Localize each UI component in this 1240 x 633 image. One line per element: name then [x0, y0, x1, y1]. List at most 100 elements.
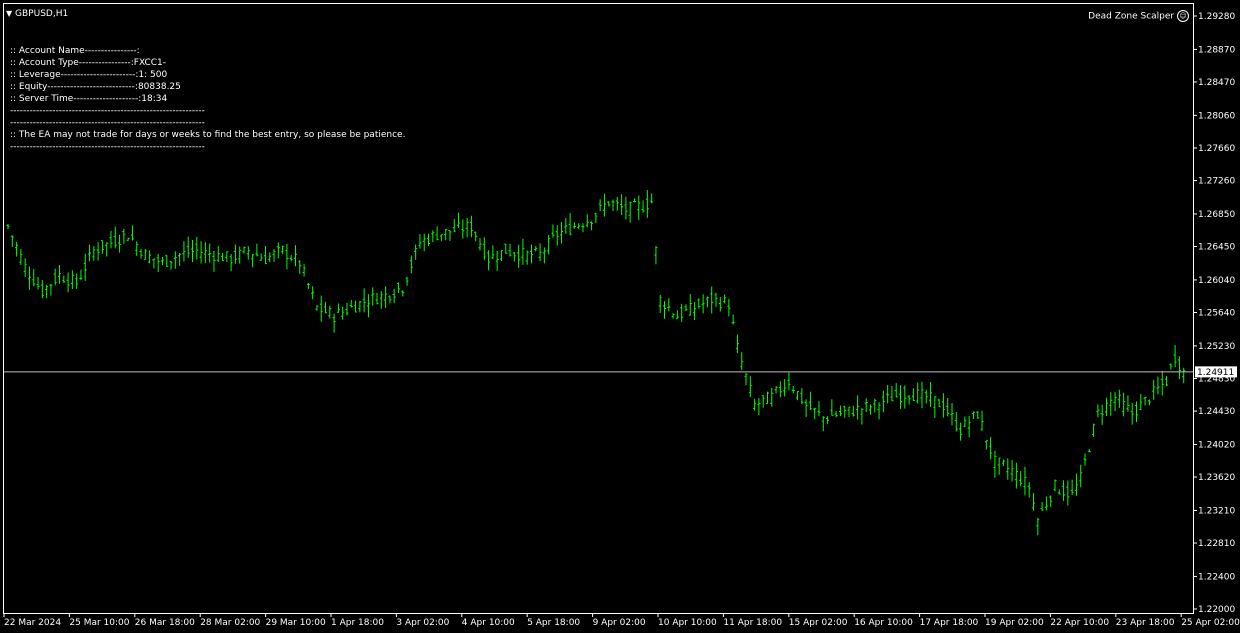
ohlc-bar — [1083, 453, 1087, 466]
ohlc-bar — [289, 254, 293, 262]
ohlc-bar — [748, 376, 752, 398]
ohlc-bar — [499, 250, 503, 262]
ohlc-bar — [354, 300, 358, 313]
ohlc-bar — [324, 301, 328, 314]
ohlc-bar — [658, 294, 662, 314]
ohlc-bar — [693, 302, 697, 320]
ohlc-bar — [276, 242, 280, 259]
ohlc-bar — [332, 313, 336, 333]
ohlc-bar — [435, 226, 439, 241]
ohlc-bar — [976, 411, 980, 419]
ohlc-bar — [1139, 394, 1143, 411]
y-tick-label: 1.27660 — [1198, 144, 1235, 154]
ohlc-bar — [886, 384, 890, 404]
ohlc-bar — [714, 292, 718, 307]
y-tick-label: 1.23620 — [1198, 473, 1235, 483]
ohlc-bar — [984, 440, 988, 450]
ohlc-bar — [564, 218, 568, 234]
ohlc-bar — [834, 411, 838, 418]
x-tick-label: 26 Mar 18:00 — [135, 618, 195, 628]
info-line: ----------------------------------------… — [10, 142, 205, 152]
ohlc-bar — [650, 193, 654, 204]
ohlc-bar — [1122, 392, 1126, 417]
ohlc-bar — [572, 222, 576, 229]
y-tick-label: 1.26850 — [1198, 210, 1235, 220]
ohlc-bar — [405, 277, 409, 286]
ohlc-bar — [813, 408, 817, 420]
ohlc-bar — [1006, 458, 1010, 480]
ohlc-bar — [182, 241, 186, 262]
ohlc-bar — [40, 279, 44, 299]
ohlc-bar — [761, 395, 765, 408]
ohlc-bar — [349, 299, 353, 308]
ohlc-bar — [1066, 480, 1070, 506]
ohlc-bar — [1173, 345, 1177, 367]
current-price-label: 1.24911 — [1197, 368, 1234, 378]
ohlc-bar — [911, 388, 915, 402]
ohlc-bar — [109, 230, 113, 249]
ohlc-bar — [504, 243, 508, 254]
ohlc-bar — [688, 294, 692, 316]
ohlc-bar — [1160, 370, 1164, 396]
ohlc-bar — [311, 286, 315, 300]
dropdown-triangle-icon[interactable]: ▼ — [6, 9, 12, 18]
ohlc-bar — [971, 411, 975, 419]
ohlc-bar — [1019, 471, 1023, 487]
symbol-label[interactable]: ▼ GBPUSD,H1 — [6, 9, 68, 19]
ohlc-bar — [1113, 392, 1117, 412]
ohlc-bar — [1049, 495, 1053, 508]
y-tick-label: 1.24430 — [1198, 407, 1235, 417]
ohlc-bar — [1036, 517, 1040, 536]
y-tick-label: 1.26450 — [1198, 243, 1235, 253]
ohlc-bar — [465, 218, 469, 238]
ohlc-bar — [208, 243, 212, 263]
ohlc-bar — [388, 295, 392, 304]
ohlc-bar — [718, 296, 722, 312]
x-tick-label: 29 Mar 10:00 — [266, 618, 326, 628]
ohlc-bar — [585, 214, 589, 228]
y-tick-label: 1.22400 — [1198, 572, 1235, 582]
ohlc-bar — [242, 246, 246, 254]
ohlc-bar — [765, 391, 769, 404]
ohlc-bar — [1027, 482, 1031, 498]
ohlc-bar — [491, 245, 495, 260]
ohlc-bar — [594, 212, 598, 224]
ohlc-bar — [637, 195, 641, 221]
ohlc-bar — [864, 398, 868, 413]
ohlc-bar — [632, 198, 636, 203]
ohlc-bar — [414, 244, 418, 260]
ohlc-bar — [225, 251, 229, 262]
ohlc-bar — [800, 388, 804, 405]
ohlc-bar — [817, 401, 821, 417]
ea-name-text: Dead Zone Scalper — [1088, 11, 1175, 22]
ohlc-bar — [989, 436, 993, 460]
y-tick-label: 1.22810 — [1198, 539, 1235, 549]
ohlc-bar — [641, 200, 645, 213]
y-tick-label: 1.29280 — [1198, 12, 1235, 22]
ohlc-bar — [191, 239, 195, 263]
ohlc-bar — [319, 295, 323, 322]
ohlc-bar — [336, 303, 340, 313]
ohlc-bar — [366, 294, 370, 318]
price-axis: 1.29280 1.28870 1.28470 1.28060 1.27660 1.272… — [1193, 12, 1235, 615]
ohlc-bar — [577, 223, 581, 230]
ohlc-bar — [62, 275, 66, 283]
y-tick-label: 1.25640 — [1198, 309, 1235, 319]
ohlc-bar — [929, 381, 933, 407]
ohlc-bar — [6, 224, 10, 230]
ohlc-bar — [697, 298, 701, 309]
ohlc-bar — [1032, 492, 1036, 511]
ohlc-bar — [1057, 489, 1061, 495]
ohlc-bar — [607, 201, 611, 207]
smiley-icon[interactable]: ☺ — [1177, 10, 1189, 22]
ohlc-bar — [521, 238, 525, 265]
ohlc-bar — [723, 294, 727, 304]
ohlc-bar — [1177, 356, 1181, 380]
ohlc-bar — [139, 248, 143, 259]
ohlc-bar — [88, 244, 92, 262]
ohlc-bar — [246, 246, 250, 260]
ohlc-bar — [448, 230, 452, 241]
ohlc-bar — [663, 301, 667, 319]
ohlc-bar — [298, 260, 302, 274]
ohlc-bar — [199, 241, 203, 264]
